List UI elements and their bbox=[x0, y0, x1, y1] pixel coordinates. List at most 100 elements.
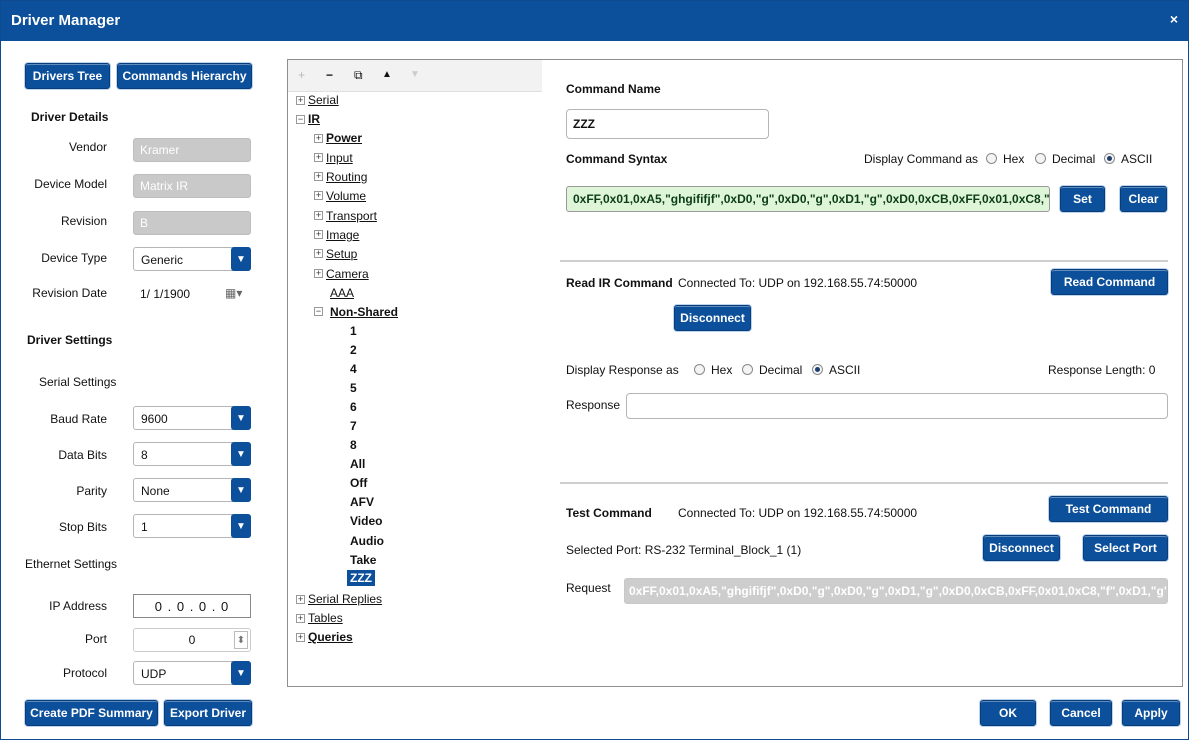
response-field[interactable] bbox=[626, 393, 1168, 419]
device-type-select[interactable]: Generic ▼ bbox=[133, 247, 251, 271]
selected-port-label: Selected Port: RS-232 Terminal_Block_1 (… bbox=[566, 543, 802, 557]
tree-node-5[interactable]: 5 bbox=[350, 381, 357, 395]
command-name-input[interactable]: ZZZ bbox=[566, 109, 769, 139]
tree-node-8[interactable]: 8 bbox=[350, 438, 357, 452]
test-command-button[interactable]: Test Command bbox=[1049, 496, 1168, 522]
disconnect-read-button[interactable]: Disconnect bbox=[674, 305, 751, 331]
tree-node-serial-replies[interactable]: Serial Replies bbox=[308, 592, 382, 606]
tree-node-4[interactable]: 4 bbox=[350, 362, 357, 376]
chevron-down-icon[interactable]: ▼ bbox=[231, 478, 251, 502]
chevron-down-icon[interactable]: ▼ bbox=[231, 442, 251, 466]
command-syntax-field[interactable]: 0xFF,0x01,0xA5,"ghgififjf",0xD0,"g",0xD0… bbox=[566, 186, 1050, 212]
decimal-radio-response[interactable] bbox=[742, 364, 753, 375]
baud-rate-select[interactable]: 9600 ▼ bbox=[133, 406, 251, 430]
hex-radio-command[interactable] bbox=[986, 153, 997, 164]
revision-label: Revision bbox=[60, 214, 107, 228]
read-command-button[interactable]: Read Command bbox=[1051, 269, 1168, 295]
ip-address-label: IP Address bbox=[49, 599, 107, 613]
copy-icon[interactable]: ⧉ bbox=[354, 68, 363, 83]
move-down-icon[interactable]: ▼ bbox=[410, 69, 420, 80]
export-driver-button[interactable]: Export Driver bbox=[164, 700, 252, 726]
device-model-field[interactable]: Matrix IR bbox=[133, 174, 251, 198]
disconnect-test-button[interactable]: Disconnect bbox=[983, 535, 1060, 561]
data-bits-select[interactable]: 8 ▼ bbox=[133, 442, 251, 466]
protocol-select[interactable]: UDP ▼ bbox=[133, 661, 251, 685]
tree-node-2[interactable]: 2 bbox=[350, 343, 357, 357]
parity-select[interactable]: None ▼ bbox=[133, 478, 251, 502]
port-label: Port bbox=[84, 632, 107, 646]
tree-node-queries[interactable]: Queries bbox=[308, 630, 353, 644]
ethernet-settings-label: Ethernet Settings bbox=[25, 557, 118, 571]
clear-button[interactable]: Clear bbox=[1120, 186, 1167, 212]
revision-date-value: 1/ 1/1900 bbox=[140, 287, 191, 301]
tree-node-6[interactable]: 6 bbox=[350, 400, 357, 414]
port-field[interactable]: 0 ⬍ bbox=[133, 628, 251, 652]
vendor-field[interactable]: Kramer bbox=[133, 138, 251, 162]
chevron-down-icon[interactable]: ▼ bbox=[231, 406, 251, 430]
tree-node-audio[interactable]: Audio bbox=[350, 534, 384, 548]
tree-node-ir[interactable]: IR bbox=[308, 112, 320, 126]
section-divider bbox=[560, 482, 1168, 484]
response-label: Response bbox=[566, 398, 621, 412]
spin-icon[interactable]: ⬍ bbox=[234, 631, 248, 649]
tree-node-aaa[interactable]: AAA bbox=[330, 286, 354, 300]
create-pdf-summary-button[interactable]: Create PDF Summary bbox=[25, 700, 158, 726]
tree-node-zzz-selected[interactable]: ZZZ bbox=[347, 570, 375, 586]
chevron-down-icon[interactable]: ▼ bbox=[231, 514, 251, 538]
ip-address-field[interactable]: 0 . 0 . 0 . 0 bbox=[133, 594, 251, 618]
tree-node-volume[interactable]: Volume bbox=[326, 189, 366, 203]
tree-node-non-shared[interactable]: Non-Shared bbox=[330, 305, 398, 319]
tree-node-afv[interactable]: AFV bbox=[350, 495, 374, 509]
decimal-radio-command[interactable] bbox=[1035, 153, 1046, 164]
tree-node-1[interactable]: 1 bbox=[350, 324, 357, 338]
select-port-button[interactable]: Select Port bbox=[1083, 535, 1168, 561]
display-response-as-label: Display Response as bbox=[566, 363, 679, 377]
ascii-radio-command[interactable] bbox=[1104, 153, 1115, 164]
ascii-radio-response[interactable] bbox=[812, 364, 823, 375]
tree-node-input[interactable]: Input bbox=[326, 151, 353, 165]
move-up-icon[interactable]: ▲ bbox=[382, 69, 392, 80]
command-syntax-heading: Command Syntax bbox=[566, 152, 668, 166]
commands-hierarchy-button[interactable]: Commands Hierarchy bbox=[117, 63, 252, 89]
ok-button[interactable]: OK bbox=[980, 700, 1036, 726]
set-button[interactable]: Set bbox=[1060, 186, 1105, 212]
baud-rate-label: Baud Rate bbox=[50, 412, 107, 426]
request-field[interactable]: 0xFF,0x01,0xA5,"ghgififjf",0xD0,"g",0xD0… bbox=[624, 578, 1168, 604]
apply-button[interactable]: Apply bbox=[1122, 700, 1180, 726]
tree-node-routing[interactable]: Routing bbox=[326, 170, 367, 184]
close-icon[interactable]: × bbox=[1170, 11, 1178, 27]
drivers-tree-button[interactable]: Drivers Tree bbox=[25, 63, 110, 89]
chevron-down-icon[interactable]: ▼ bbox=[231, 661, 251, 685]
stop-bits-select[interactable]: 1 ▼ bbox=[133, 514, 251, 538]
response-length: Response Length: 0 bbox=[1048, 363, 1156, 377]
chevron-down-icon[interactable]: ▼ bbox=[231, 247, 251, 271]
data-bits-value: 8 bbox=[141, 448, 148, 462]
tree-node-tables[interactable]: Tables bbox=[308, 611, 343, 625]
tree-node-off[interactable]: Off bbox=[350, 476, 367, 490]
tree-node-take[interactable]: Take bbox=[350, 553, 376, 567]
hex-radio-response[interactable] bbox=[694, 364, 705, 375]
tree-node-video[interactable]: Video bbox=[350, 514, 382, 528]
tree-node-power[interactable]: Power bbox=[326, 131, 362, 145]
tree-node-7[interactable]: 7 bbox=[350, 419, 357, 433]
tree-node-camera[interactable]: Camera bbox=[326, 267, 369, 281]
remove-icon[interactable]: − bbox=[326, 68, 333, 82]
cancel-button[interactable]: Cancel bbox=[1050, 700, 1112, 726]
request-label: Request bbox=[566, 581, 611, 595]
section-divider bbox=[560, 260, 1168, 262]
revision-date-picker[interactable]: 1/ 1/1900 ▦▾ bbox=[133, 282, 251, 306]
tree-node-serial[interactable]: Serial bbox=[308, 93, 339, 107]
tree-node-transport[interactable]: Transport bbox=[326, 209, 377, 223]
response-ascii-label: ASCII bbox=[829, 363, 861, 377]
data-bits-label: Data Bits bbox=[58, 448, 107, 462]
revision-field[interactable]: B bbox=[133, 211, 251, 235]
tree-node-image[interactable]: Image bbox=[326, 228, 359, 242]
tree-node-setup[interactable]: Setup bbox=[326, 247, 357, 261]
commands-tree-panel: + − ⧉ ▲ ▼ + Serial − IR + Power + Input … bbox=[287, 59, 543, 687]
test-command-heading: Test Command bbox=[566, 506, 652, 520]
tree-node-all[interactable]: All bbox=[350, 457, 365, 471]
response-hex-label: Hex bbox=[711, 363, 733, 377]
window-title: Driver Manager bbox=[11, 12, 121, 29]
add-icon[interactable]: + bbox=[298, 68, 305, 82]
calendar-icon[interactable]: ▦▾ bbox=[225, 286, 242, 300]
